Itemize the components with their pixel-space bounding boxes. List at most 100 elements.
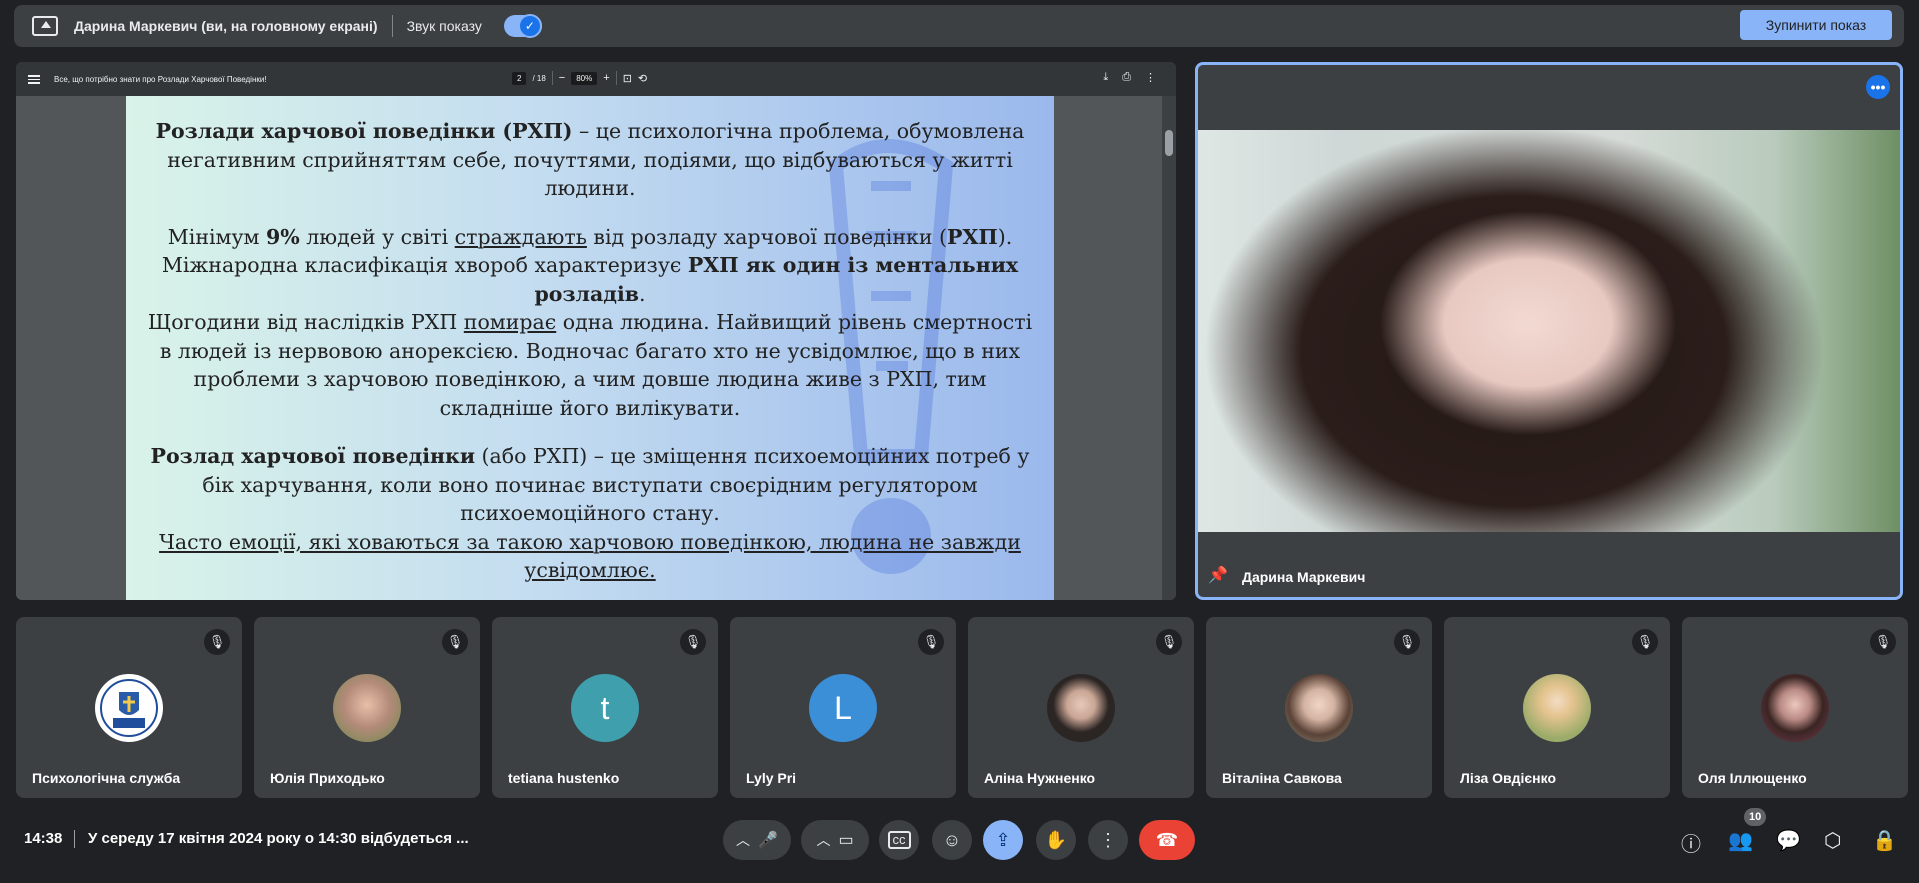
avatar	[333, 674, 401, 742]
participant-name: Аліна Нужненко	[984, 770, 1096, 786]
mic-off-icon: 🎙	[204, 629, 230, 655]
participant-count-badge: 10	[1744, 808, 1767, 826]
chevron-up-icon[interactable]: ︿	[816, 830, 830, 850]
pdf-page: Розлади харчової поведінки (РХП) – це пс…	[126, 96, 1054, 600]
pdf-scrollbar[interactable]	[1162, 96, 1176, 600]
sound-toggle[interactable]: ✓	[503, 14, 542, 38]
clock: 14:38	[24, 830, 63, 847]
download-icon[interactable]: ⤓	[1103, 71, 1108, 84]
more-vert-icon[interactable]: ⋮	[1145, 71, 1156, 84]
slide-bold-text: РХП	[947, 224, 998, 249]
speaker-name: Дарина Маркевич	[1242, 569, 1366, 585]
camera-control[interactable]: ︿ ▭	[801, 820, 869, 860]
zoom-out-icon[interactable]: −	[559, 72, 565, 84]
participant-name: tetiana hustenko	[508, 770, 620, 786]
participant-tile[interactable]: 🎙 Оля Іллющенко	[1682, 617, 1908, 798]
slide-underlined-text: помирає	[463, 310, 557, 334]
pdf-right-tools: ⤓ ⎙ ⋮	[1103, 71, 1156, 84]
psychology-service-logo-icon	[100, 679, 158, 737]
participant-name: Lyly Pri	[746, 770, 797, 786]
menu-icon[interactable]	[28, 74, 40, 84]
chat-icon[interactable]: 💬	[1776, 828, 1801, 853]
raise-hand-button[interactable]: ✋	[1036, 820, 1076, 860]
mic-off-icon: 🎙	[442, 629, 468, 655]
avatar	[95, 674, 163, 742]
speaker-video	[1198, 130, 1900, 532]
participant-tile[interactable]: 🎙 Віталіна Савкова	[1206, 617, 1432, 798]
participant-tile[interactable]: 🎙 Юлія Приходько	[254, 617, 480, 798]
pdf-toolbar: Все, що потрібно знати про Розлади Харчо…	[16, 62, 1176, 96]
pin-icon[interactable]: 📌	[1208, 565, 1228, 585]
divider	[551, 71, 553, 85]
divider	[391, 15, 393, 37]
microphone-icon[interactable]: 🎤	[758, 830, 778, 850]
present-screen-icon: ⇪	[995, 829, 1011, 850]
participant-name: Оля Іллющенко	[1698, 770, 1807, 786]
zoom-in-icon[interactable]: +	[603, 72, 609, 84]
meeting-title[interactable]: У середу 17 квітня 2024 року о 14:30 від…	[88, 830, 488, 847]
participant-tile[interactable]: 🎙 L Lyly Pri	[730, 617, 956, 798]
slide-bold-text: Розлад харчової поведінки	[150, 444, 476, 468]
divider	[615, 71, 617, 85]
document-title: Все, що потрібно знати про Розлади Харчо…	[54, 74, 267, 84]
avatar: L	[809, 674, 877, 742]
emoji-icon: ☺	[942, 829, 962, 850]
stop-presenting-button[interactable]: Зупинити показ	[1740, 10, 1892, 40]
participant-name: Ліза Овдієнко	[1460, 770, 1556, 786]
rotate-icon[interactable]: ⟲	[638, 72, 647, 85]
camera-icon[interactable]: ▭	[838, 830, 853, 850]
scrollbar-thumb[interactable]	[1165, 130, 1173, 156]
avatar: t	[571, 674, 639, 742]
reactions-button[interactable]: ☺	[932, 820, 972, 860]
fit-page-icon[interactable]: ⊡	[623, 72, 632, 85]
chevron-up-icon[interactable]: ︿	[736, 830, 750, 850]
page-total: / 18	[532, 73, 546, 83]
presenter-text: Дарина Маркевич (ви, на головному екрані…	[74, 18, 378, 34]
slide-paragraph-3: Щогодини від наслідків РХП помирає одна …	[126, 308, 1054, 422]
info-icon[interactable]: ⓘ	[1681, 828, 1701, 857]
participant-name: Віталіна Савкова	[1222, 770, 1342, 786]
zoom-input[interactable]: 80%	[571, 71, 598, 85]
pager: 2 / 18 − 80% + ⊡ ⟲	[512, 71, 647, 85]
print-icon[interactable]: ⎙	[1122, 71, 1131, 84]
hand-icon: ✋	[1044, 829, 1068, 850]
slide-paragraph-5: Часто емоції, які ховаються за такою хар…	[126, 528, 1054, 585]
avatar-initial: t	[600, 689, 610, 726]
more-options-icon[interactable]: •••	[1866, 75, 1890, 99]
slide-text: від розладу харчової поведінки (	[586, 224, 948, 249]
participant-tile[interactable]: 🎙 Психологічна служба	[16, 617, 242, 798]
participant-tiles: 🎙 Психологічна служба 🎙 Юлія Приходько 🎙…	[16, 617, 1908, 798]
host-controls-icon[interactable]: 🔒	[1872, 828, 1897, 853]
slide-text: людей у світі	[299, 224, 455, 249]
avatar	[1285, 674, 1353, 742]
participant-name: Юлія Приходько	[270, 770, 385, 786]
divider	[74, 830, 75, 848]
speaker-tile[interactable]: ••• 📌 Дарина Маркевич	[1195, 62, 1903, 600]
shared-screen: Все, що потрібно знати про Розлади Харчо…	[16, 62, 1176, 600]
mic-off-icon: 🎙	[1156, 629, 1182, 655]
phone-hangup-icon: ☎	[1155, 829, 1179, 850]
participant-tile[interactable]: 🎙 Аліна Нужненко	[968, 617, 1194, 798]
participant-tile[interactable]: 🎙 Ліза Овдієнко	[1444, 617, 1670, 798]
more-vert-icon: ⋮	[1099, 829, 1117, 850]
mic-off-icon: 🎙	[1870, 629, 1896, 655]
slide-bold-text: 9%	[266, 224, 300, 249]
more-options-button[interactable]: ⋮	[1088, 820, 1128, 860]
participant-tile[interactable]: 🎙 t tetiana hustenko	[492, 617, 718, 798]
slide-text: .	[639, 281, 646, 306]
activities-icon[interactable]: ⬡	[1824, 828, 1841, 853]
microphone-control[interactable]: ︿ 🎤	[723, 820, 791, 860]
leave-call-button[interactable]: ☎	[1139, 820, 1195, 860]
people-icon[interactable]: 👥	[1728, 828, 1753, 853]
mic-off-icon: 🎙	[1632, 629, 1658, 655]
present-screen-icon	[32, 16, 58, 36]
slide-underlined-text: Часто емоції, які ховаються за такою хар…	[159, 529, 1021, 583]
slide-paragraph-2: Мінімум 9% людей у світі страждають від …	[126, 223, 1054, 309]
captions-icon: cc	[887, 831, 911, 849]
captions-button[interactable]: cc	[879, 820, 919, 860]
avatar-initial: L	[834, 689, 852, 726]
avatar	[1761, 674, 1829, 742]
page-number-input[interactable]: 2	[512, 71, 527, 85]
present-screen-button[interactable]: ⇪	[983, 820, 1023, 860]
bottom-bar: 14:38 У середу 17 квітня 2024 року о 14:…	[0, 808, 1919, 868]
